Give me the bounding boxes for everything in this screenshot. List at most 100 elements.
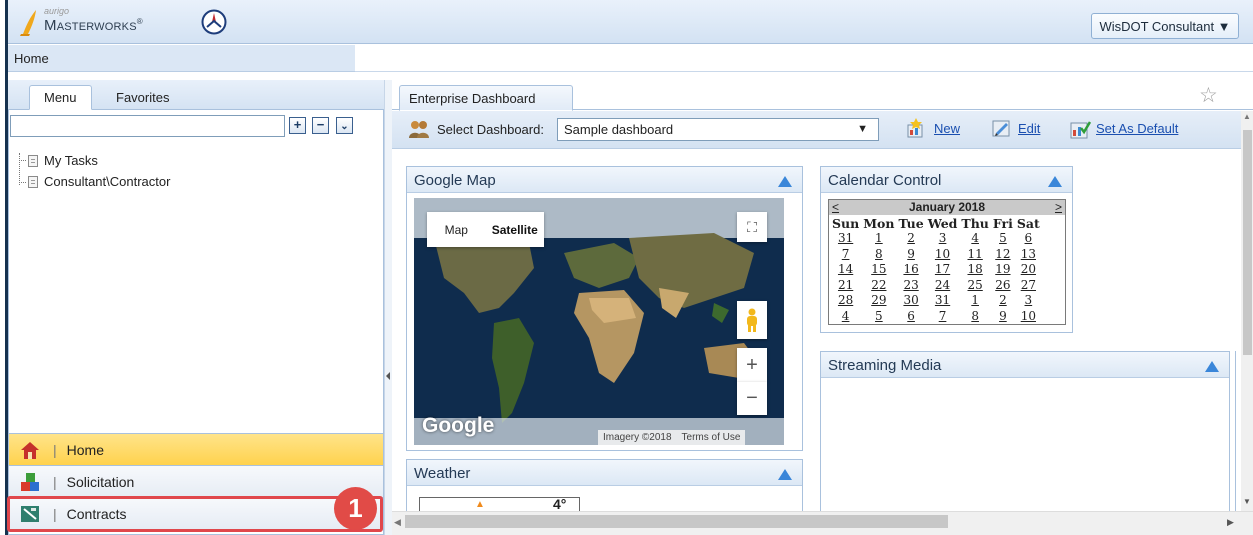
calendar-day[interactable]: 26 <box>991 278 1015 294</box>
calendar-week: 14 15 16 17 18 19 20 <box>830 262 1042 278</box>
calendar-day[interactable]: 27 <box>1015 278 1042 294</box>
dropdown-caret-icon: ▼ <box>857 123 868 135</box>
nav-solicitation[interactable]: | Solicitation <box>9 465 383 497</box>
calendar-day[interactable]: 3 <box>1015 293 1042 309</box>
favorite-star-icon[interactable]: ☆ <box>1199 83 1218 108</box>
select-dashboard-label: Select Dashboard: <box>437 122 544 137</box>
collapse-triangle-icon[interactable] <box>778 176 792 187</box>
new-dashboard-link[interactable]: New <box>934 121 960 136</box>
panel-splitter[interactable] <box>384 80 392 535</box>
calendar-day[interactable]: 8 <box>861 247 896 263</box>
tree-item-label: Consultant\Contractor <box>44 174 171 189</box>
calendar-day[interactable]: 23 <box>896 278 925 294</box>
calendar-day[interactable]: 7 <box>926 309 960 325</box>
street-view-pegman[interactable] <box>737 301 767 339</box>
calendar-day[interactable]: 17 <box>926 262 960 278</box>
horizontal-scroll-thumb[interactable] <box>405 515 948 528</box>
calendar-day[interactable]: 9 <box>991 309 1015 325</box>
left-panel-tabs: Menu Favorites <box>8 80 384 110</box>
tab-menu[interactable]: Menu <box>29 85 92 110</box>
portlet-title: Calendar Control <box>828 172 942 189</box>
map-type-satellite[interactable]: Satellite <box>486 212 545 247</box>
tree-item-my-tasks[interactable]: My Tasks <box>28 150 170 171</box>
collapse-triangle-icon[interactable] <box>778 469 792 480</box>
portlet-edge <box>1235 351 1238 511</box>
nav-home[interactable]: | Home <box>9 433 383 465</box>
calendar-day[interactable]: 29 <box>861 293 896 309</box>
calendar-day[interactable]: 16 <box>896 262 925 278</box>
tree-item-consultant-contractor[interactable]: Consultant\Contractor <box>28 171 170 192</box>
terms-of-use-link[interactable]: Terms of Use <box>682 432 741 443</box>
calendar-day[interactable]: 10 <box>1015 309 1042 325</box>
breadcrumb: Home <box>8 45 355 72</box>
calendar-day[interactable]: 6 <box>1015 231 1042 247</box>
calendar-day[interactable]: 13 <box>1015 247 1042 263</box>
calendar-day[interactable]: 25 <box>959 278 990 294</box>
menu-search-input[interactable] <box>10 115 285 137</box>
map-type-toggle: Map Satellite <box>427 212 544 247</box>
calendar-day[interactable]: 14 <box>830 262 861 278</box>
calendar-day[interactable]: 5 <box>991 231 1015 247</box>
brand-name-text: Masterworks <box>44 17 137 34</box>
calendar-day[interactable]: 22 <box>861 278 896 294</box>
expand-all-button[interactable]: + <box>289 117 306 134</box>
calendar-day[interactable]: 2 <box>991 293 1015 309</box>
calendar-day[interactable]: 4 <box>959 231 990 247</box>
calendar-day[interactable]: 28 <box>830 293 861 309</box>
tree-branch <box>19 182 26 183</box>
fullscreen-button[interactable]: ⛶ <box>737 212 767 242</box>
dashboard-select[interactable]: Sample dashboard ▼ <box>557 118 879 141</box>
zoom-in-button[interactable]: + <box>737 348 767 382</box>
calendar-day[interactable]: 20 <box>1015 262 1042 278</box>
set-default-icon <box>1070 121 1091 139</box>
calendar-day[interactable]: 9 <box>896 247 925 263</box>
tree-options-button[interactable]: ⌄ <box>336 117 353 134</box>
edit-dashboard-icon <box>992 120 1010 137</box>
collapse-all-button[interactable]: − <box>312 117 329 134</box>
calendar-day[interactable]: 1 <box>959 293 990 309</box>
breadcrumb-home[interactable]: Home <box>14 51 49 66</box>
calendar-day[interactable]: 24 <box>926 278 960 294</box>
set-default-link[interactable]: Set As Default <box>1096 121 1178 136</box>
portlet-title: Streaming Media <box>828 357 942 374</box>
calendar-day[interactable]: 10 <box>926 247 960 263</box>
edit-dashboard-link[interactable]: Edit <box>1018 121 1040 136</box>
calendar-day[interactable]: 11 <box>959 247 990 263</box>
calendar-day-header: Mon <box>863 216 895 231</box>
calendar-day[interactable]: 18 <box>959 262 990 278</box>
calendar-day[interactable]: 5 <box>861 309 896 325</box>
calendar-day[interactable]: 15 <box>861 262 896 278</box>
calendar-day[interactable]: 3 <box>926 231 960 247</box>
calendar-day-header: Tue <box>898 216 924 231</box>
collapse-triangle-icon[interactable] <box>1205 361 1219 372</box>
portlet-title: Google Map <box>414 172 496 189</box>
calendar-day[interactable]: 1 <box>861 231 896 247</box>
vertical-scroll-thumb[interactable] <box>1243 130 1252 355</box>
prev-month-link[interactable]: < <box>832 200 839 215</box>
map-type-map[interactable]: Map <box>427 212 486 247</box>
user-menu-button[interactable]: WisDOT Consultant ▼ <box>1091 13 1239 39</box>
calendar-day[interactable]: 6 <box>896 309 925 325</box>
contracts-highlight <box>7 496 383 532</box>
calendar-day[interactable]: 19 <box>991 262 1015 278</box>
next-month-link[interactable]: > <box>1055 200 1062 215</box>
calendar-day[interactable]: 21 <box>830 278 861 294</box>
collapse-triangle-icon[interactable] <box>1048 176 1062 187</box>
calendar-day[interactable]: 12 <box>991 247 1015 263</box>
calendar-day-header: Wed <box>927 216 958 231</box>
calendar-day[interactable]: 30 <box>896 293 925 309</box>
calendar-day[interactable]: 7 <box>830 247 861 263</box>
document-icon <box>28 154 38 167</box>
calendar-day-header: Thu <box>961 216 989 231</box>
calendar-day[interactable]: 31 <box>830 231 861 247</box>
calendar-day-header: Sun <box>832 216 860 231</box>
calendar-day[interactable]: 2 <box>896 231 925 247</box>
calendar-day[interactable]: 8 <box>959 309 990 325</box>
tab-enterprise-dashboard[interactable]: Enterprise Dashboard <box>399 85 573 111</box>
aurigo-logo-icon <box>20 10 36 36</box>
calendar-day[interactable]: 4 <box>830 309 861 325</box>
tab-favorites[interactable]: Favorites <box>102 85 183 110</box>
window-edge <box>0 0 8 535</box>
calendar-day[interactable]: 31 <box>926 293 960 309</box>
zoom-out-button[interactable]: − <box>737 382 767 415</box>
